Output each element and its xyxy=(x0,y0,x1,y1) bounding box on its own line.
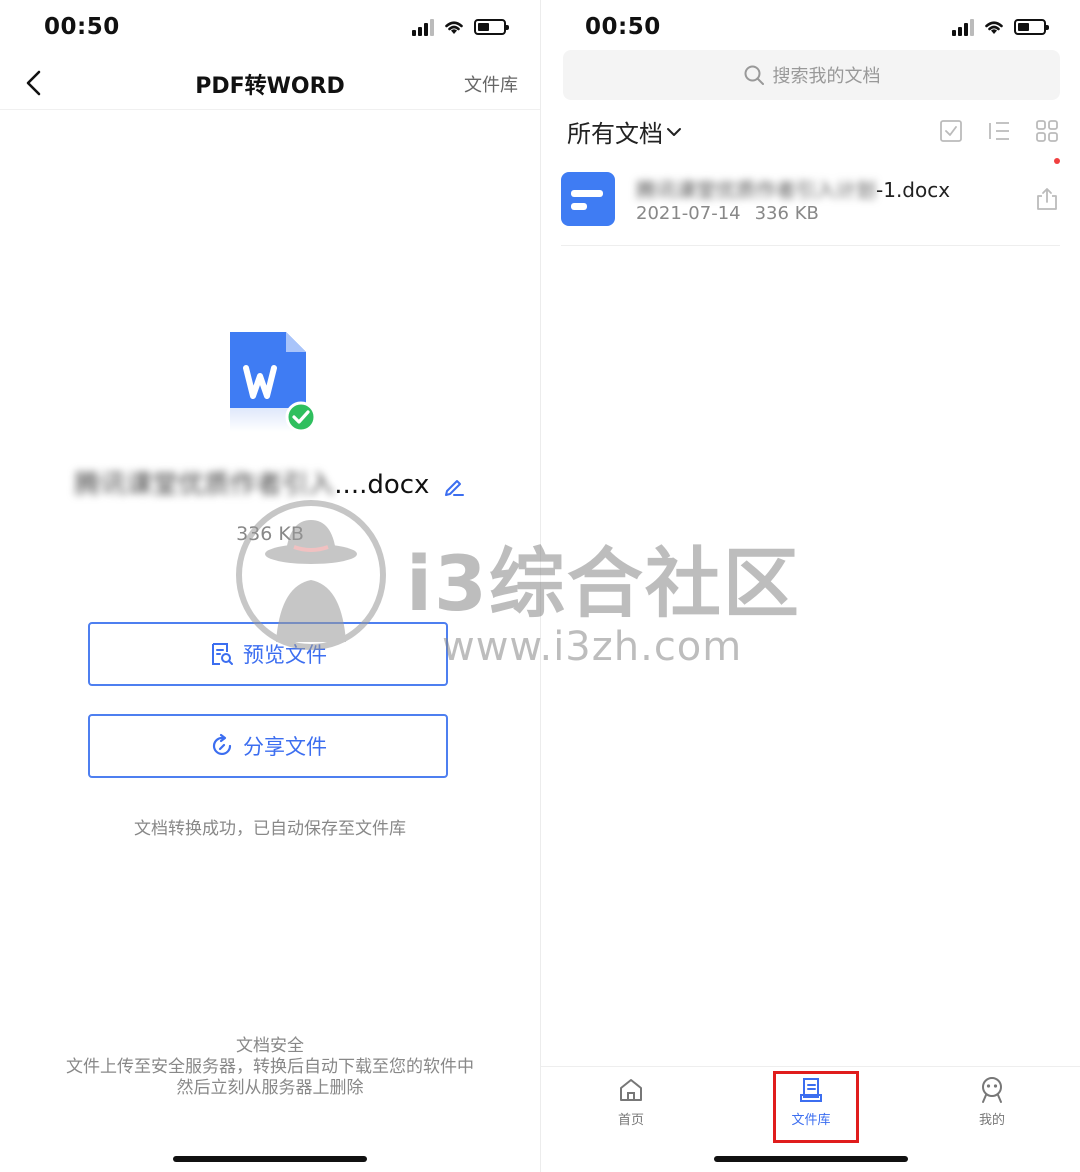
cellular-signal-icon xyxy=(952,18,974,36)
battery-icon xyxy=(474,19,509,35)
file-library-screen: 00:50 搜索我的文档 所有文档 腾讯课堂优质作者引入计划-1.docx 20… xyxy=(540,0,1080,1172)
security-title: 文档安全 xyxy=(236,1036,304,1056)
document-date: 2021-07-14 xyxy=(636,203,741,224)
success-note: 文档转换成功，已自动保存至文件库 xyxy=(134,819,406,839)
share-file-button[interactable]: 分享文件 xyxy=(88,714,448,778)
file-library-link[interactable]: 文件库 xyxy=(464,71,518,97)
document-name: 腾讯课堂优质作者引入计划-1.docx xyxy=(636,174,950,203)
security-note: 文档安全 文件上传至安全服务器，转换后自动下载至您的软件中 然后立刻从服务器上删… xyxy=(0,1036,540,1099)
document-name-blurred: 腾讯课堂优质作者引入计划 xyxy=(636,178,876,202)
wifi-icon xyxy=(985,21,1003,34)
search-input[interactable]: 搜索我的文档 xyxy=(563,50,1060,100)
word-document-icon xyxy=(230,332,317,433)
status-time: 00:50 xyxy=(44,14,120,40)
file-size: 336 KB xyxy=(236,523,304,545)
preview-file-button[interactable]: 预览文件 xyxy=(88,622,448,686)
document-meta: 2021-07-14 336 KB xyxy=(636,203,819,224)
share-file-label: 分享文件 xyxy=(243,735,327,759)
search-icon xyxy=(744,65,764,85)
status-icons xyxy=(412,18,509,36)
file-name: 腾讯课堂优质作者引入....docx xyxy=(0,464,540,501)
filter-row: 所有文档 xyxy=(567,112,1060,152)
page-title: PDF转WORD xyxy=(195,74,345,99)
tab-mine[interactable]: 我的 xyxy=(952,1075,1032,1139)
notification-dot xyxy=(1054,158,1060,164)
profile-icon xyxy=(982,1077,1002,1103)
edit-pencil-icon[interactable] xyxy=(442,474,466,498)
home-indicator[interactable] xyxy=(173,1156,367,1162)
tab-home[interactable]: 首页 xyxy=(591,1075,671,1139)
share-export-icon[interactable] xyxy=(1034,186,1060,212)
sort-list-icon[interactable] xyxy=(986,118,1012,144)
security-line-2: 然后立刻从服务器上删除 xyxy=(176,1078,364,1098)
security-line-1: 文件上传至安全服务器，转换后自动下载至您的软件中 xyxy=(66,1057,474,1077)
docx-file-icon xyxy=(561,172,615,226)
cellular-signal-icon xyxy=(412,18,434,36)
preview-file-label: 预览文件 xyxy=(243,643,327,667)
nav-bar: PDF转WORD 文件库 xyxy=(0,58,540,110)
filter-label-text: 所有文档 xyxy=(567,120,663,148)
list-item[interactable]: 腾讯课堂优质作者引入计划-1.docx 2021-07-14 336 KB xyxy=(561,168,1060,246)
select-checkbox-icon[interactable] xyxy=(938,118,964,144)
home-icon xyxy=(620,1079,642,1101)
conversion-result-screen: 00:50 PDF转WORD 文件库 腾讯课堂优质作者引入....docx 33… xyxy=(0,0,540,1172)
preview-document-icon xyxy=(212,643,233,665)
tab-home-label: 首页 xyxy=(617,1113,644,1128)
document-size: 336 KB xyxy=(754,203,819,224)
all-documents-dropdown[interactable]: 所有文档 xyxy=(567,114,683,149)
file-name-blurred: 腾讯课堂优质作者引入 xyxy=(74,470,335,500)
grid-view-icon[interactable] xyxy=(1034,118,1060,144)
share-refresh-icon xyxy=(212,733,232,755)
tab-mine-label: 我的 xyxy=(978,1113,1005,1128)
status-bar: 00:50 xyxy=(0,0,540,58)
file-name-suffix: ....docx xyxy=(334,470,430,500)
document-name-suffix: -1.docx xyxy=(876,178,951,202)
status-icons xyxy=(952,18,1049,36)
battery-icon xyxy=(1014,19,1049,35)
wifi-icon xyxy=(445,21,463,34)
home-indicator[interactable] xyxy=(713,1156,908,1162)
chevron-down-icon xyxy=(667,127,681,136)
highlight-box xyxy=(773,1071,859,1143)
view-tools xyxy=(938,118,1060,144)
search-placeholder: 搜索我的文档 xyxy=(772,66,881,87)
status-time: 00:50 xyxy=(585,14,661,40)
